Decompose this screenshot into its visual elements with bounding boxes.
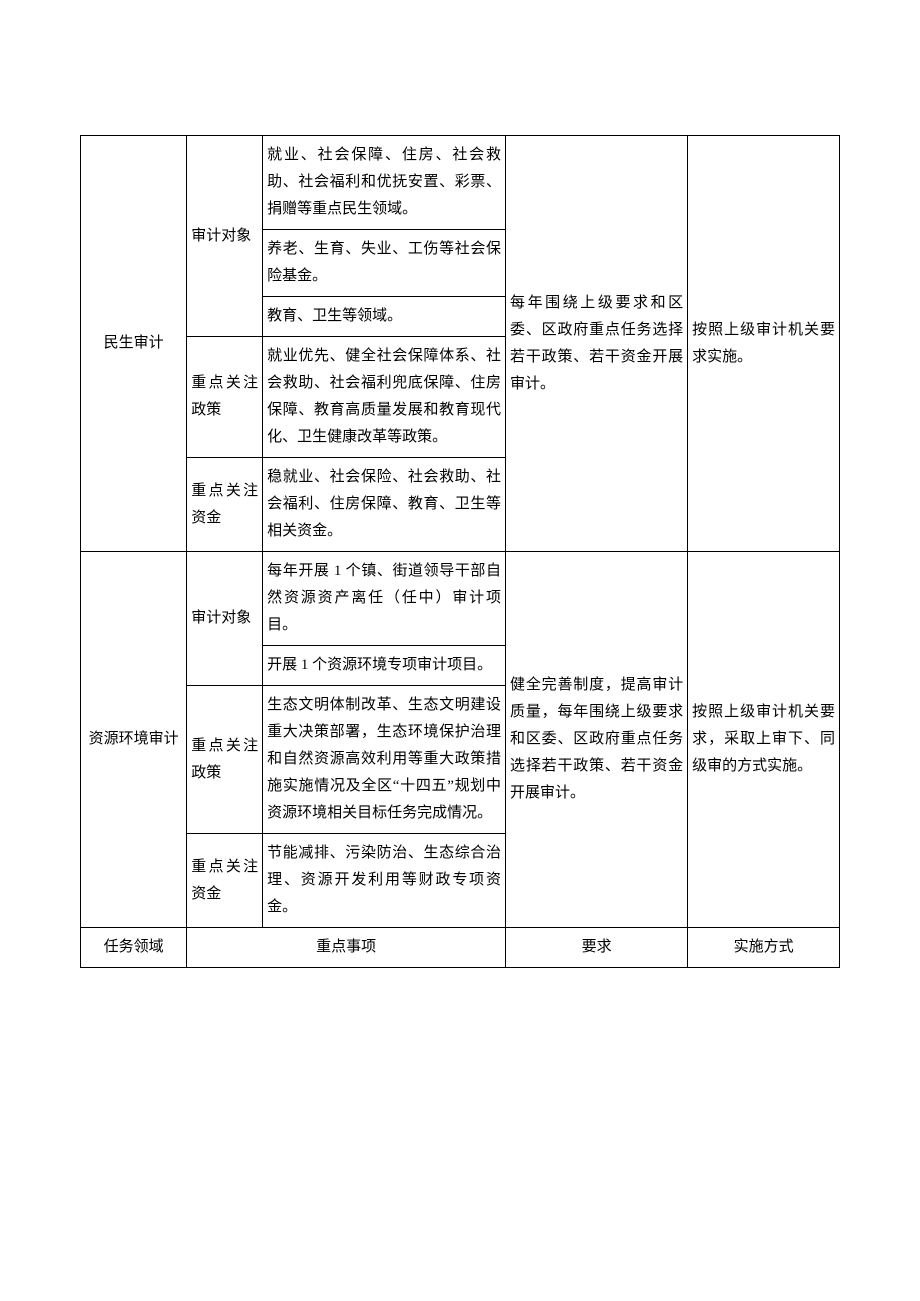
category-minsheng: 民生审计	[81, 136, 187, 552]
policy-text-minsheng: 就业优先、健全社会保障体系、社会救助、社会福利兜底保障、住房保障、教育高质量发展…	[263, 337, 506, 458]
funds-text-minsheng: 稳就业、社会保险、社会救助、社会福利、住房保障、教育、卫生等相关资金。	[263, 458, 506, 552]
footer-col3: 要求	[506, 928, 688, 968]
policy-label-minsheng: 重点关注政策	[187, 337, 263, 458]
requirement-minsheng: 每年围绕上级要求和区委、区政府重点任务选择若干政策、若干资金开展审计。	[506, 136, 688, 552]
audit-table: 民生审计 审计对象 就业、社会保障、住房、社会救助、社会福利和优抚安置、彩票、捐…	[80, 135, 840, 968]
method-ziyuan: 按照上级审计机关要求，采取上审下、同级审的方式实施。	[688, 552, 840, 928]
subject-item: 养老、生育、失业、工伤等社会保险基金。	[263, 230, 506, 297]
table-row: 资源环境审计 审计对象 每年开展 1 个镇、街道领导干部自然资源资产离任（任中）…	[81, 552, 840, 646]
category-ziyuan: 资源环境审计	[81, 552, 187, 928]
subject-item: 开展 1 个资源环境专项审计项目。	[263, 646, 506, 686]
policy-label-ziyuan: 重点关注政策	[187, 686, 263, 834]
footer-col2: 重点事项	[187, 928, 506, 968]
policy-text-ziyuan: 生态文明体制改革、生态文明建设重大决策部署，生态环境保护治理和自然资源高效利用等…	[263, 686, 506, 834]
subject-label-minsheng: 审计对象	[187, 136, 263, 337]
footer-col1: 任务领域	[81, 928, 187, 968]
subject-item: 教育、卫生等领域。	[263, 297, 506, 337]
subject-item: 就业、社会保障、住房、社会救助、社会福利和优抚安置、彩票、捐赠等重点民生领域。	[263, 136, 506, 230]
subject-item: 每年开展 1 个镇、街道领导干部自然资源资产离任（任中）审计项目。	[263, 552, 506, 646]
funds-label-ziyuan: 重点关注资金	[187, 834, 263, 928]
subject-label-ziyuan: 审计对象	[187, 552, 263, 686]
footer-row: 任务领域 重点事项 要求 实施方式	[81, 928, 840, 968]
funds-text-ziyuan: 节能减排、污染防治、生态综合治理、资源开发利用等财政专项资金。	[263, 834, 506, 928]
requirement-ziyuan: 健全完善制度，提高审计质量，每年围绕上级要求和区委、区政府重点任务选择若干政策、…	[506, 552, 688, 928]
method-minsheng: 按照上级审计机关要求实施。	[688, 136, 840, 552]
funds-label-minsheng: 重点关注资金	[187, 458, 263, 552]
table-row: 民生审计 审计对象 就业、社会保障、住房、社会救助、社会福利和优抚安置、彩票、捐…	[81, 136, 840, 230]
footer-col4: 实施方式	[688, 928, 840, 968]
